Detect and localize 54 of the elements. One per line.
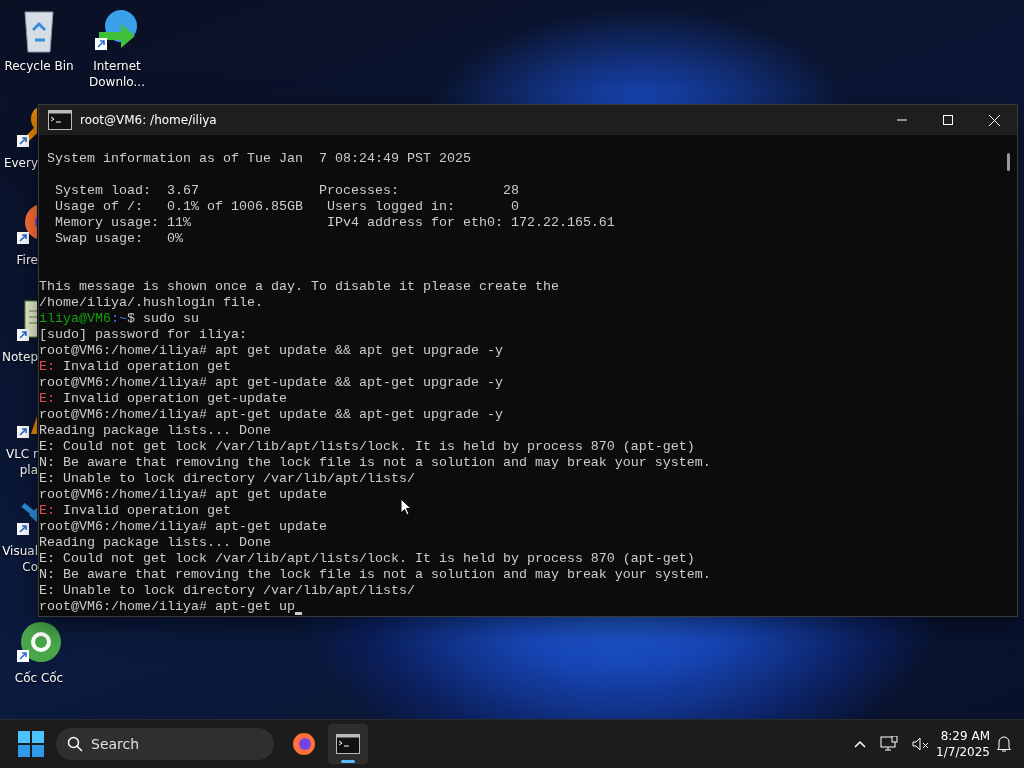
scrollbar-thumb[interactable] — [1007, 153, 1010, 171]
chevron-up-icon[interactable] — [854, 740, 867, 748]
terminal-line: E: Could not get lock /var/lib/apt/lists/lock. It is held by process 870 (apt-get) — [39, 551, 695, 567]
close-icon — [988, 114, 1000, 126]
terminal-icon — [48, 110, 72, 130]
search-field[interactable]: Search — [56, 728, 274, 760]
terminal-line: root@VM6:/home/iliya# apt-get update — [39, 519, 327, 535]
terminal-line: root@VM6:/home/iliya# apt get update && apt get upgrade -y — [39, 343, 503, 359]
terminal-line: System information as of Tue Jan 7 08:24:49 PST 2025 — [46, 151, 471, 167]
terminal-line: root@VM6:/home/iliya# apt get update — [39, 487, 327, 503]
clock[interactable]: 8:29 AM 1/7/2025 — [936, 728, 990, 760]
terminal-line: E: Invalid operation get — [39, 359, 231, 375]
windows-start-icon[interactable] — [18, 731, 44, 757]
text-cursor — [294, 612, 302, 615]
terminal-line: Usage of /: 0.1% of 1006.85GB Users logged in: 0 — [54, 199, 519, 215]
terminal-line: E: Unable to lock directory /var/lib/apt/lists/ — [39, 583, 415, 599]
terminal-line: Memory usage: 11% IPv4 address for eth0: 172.22.165.61 — [54, 215, 615, 231]
maximize-icon — [943, 115, 953, 125]
terminal-line: E: Could not get lock /var/lib/apt/lists/lock. It is held by process 870 (apt-get) — [39, 439, 695, 455]
taskbar-app-button[interactable] — [328, 724, 368, 764]
network-icon[interactable] — [880, 736, 899, 752]
desktop-icon-label: Visual Co — [1, 543, 38, 575]
desktop-icon-label: Recycle Bin — [4, 58, 74, 74]
terminal-line: Reading package lists... Done — [39, 535, 271, 551]
terminal-line: root@VM6:/home/iliya# apt get-update && apt-get upgrade -y — [39, 375, 503, 391]
mouse-pointer-icon — [400, 498, 412, 516]
terminal-line: E: Unable to lock directory /var/lib/apt/lists/ — [39, 471, 415, 487]
terminal-line: Swap usage: 0% — [54, 231, 183, 247]
terminal-line: N: Be aware that removing the lock file is not a solution and may break your system. — [39, 567, 711, 583]
desktop-icon-label: Internet Downlo... — [89, 58, 145, 90]
terminal-icon — [336, 734, 360, 754]
date-text: 1/7/2025 — [936, 744, 990, 760]
terminal-line: This message is shown once a day. To disable it please create the — [39, 279, 559, 295]
terminal-line: root@VM6:/home/iliya# apt-get up — [39, 599, 295, 615]
desktop-icon-label: Cốc Cốc — [14, 670, 64, 686]
terminal-line: E: Invalid operation get — [39, 503, 231, 519]
desktop-icon-label: Fire — [15, 252, 38, 268]
terminal-line: N: Be aware that removing the lock file is not a solution and may break your system. — [39, 455, 711, 471]
desktop-icon-label: VLC r pla — [4, 446, 38, 478]
speaker-muted-icon[interactable] — [912, 736, 931, 752]
terminal-line: [sudo] password for iliya: — [39, 327, 247, 343]
desktop-icon-label: Every — [2, 155, 38, 171]
terminal-line: E: Invalid operation get-update — [39, 391, 287, 407]
bell-icon[interactable] — [996, 735, 1012, 753]
terminal-line: /home/iliya/.hushlogin file. — [39, 295, 263, 311]
terminal-line: root@VM6:/home/iliya# apt-get update && apt-get upgrade -y — [39, 407, 503, 423]
desktop-icon-label: Notep — [0, 349, 38, 365]
terminal-line: iliya@VM6:~$ sudo su — [39, 311, 199, 327]
terminal-line: System load: 3.67 Processes: 28 — [54, 183, 519, 199]
terminal-line: Reading package lists... Done — [39, 423, 271, 439]
window-title: root@VM6: /home/iliya — [80, 113, 218, 127]
firefox-icon — [292, 732, 316, 756]
time-text: 8:29 AM — [940, 728, 990, 744]
search-icon — [67, 736, 83, 752]
